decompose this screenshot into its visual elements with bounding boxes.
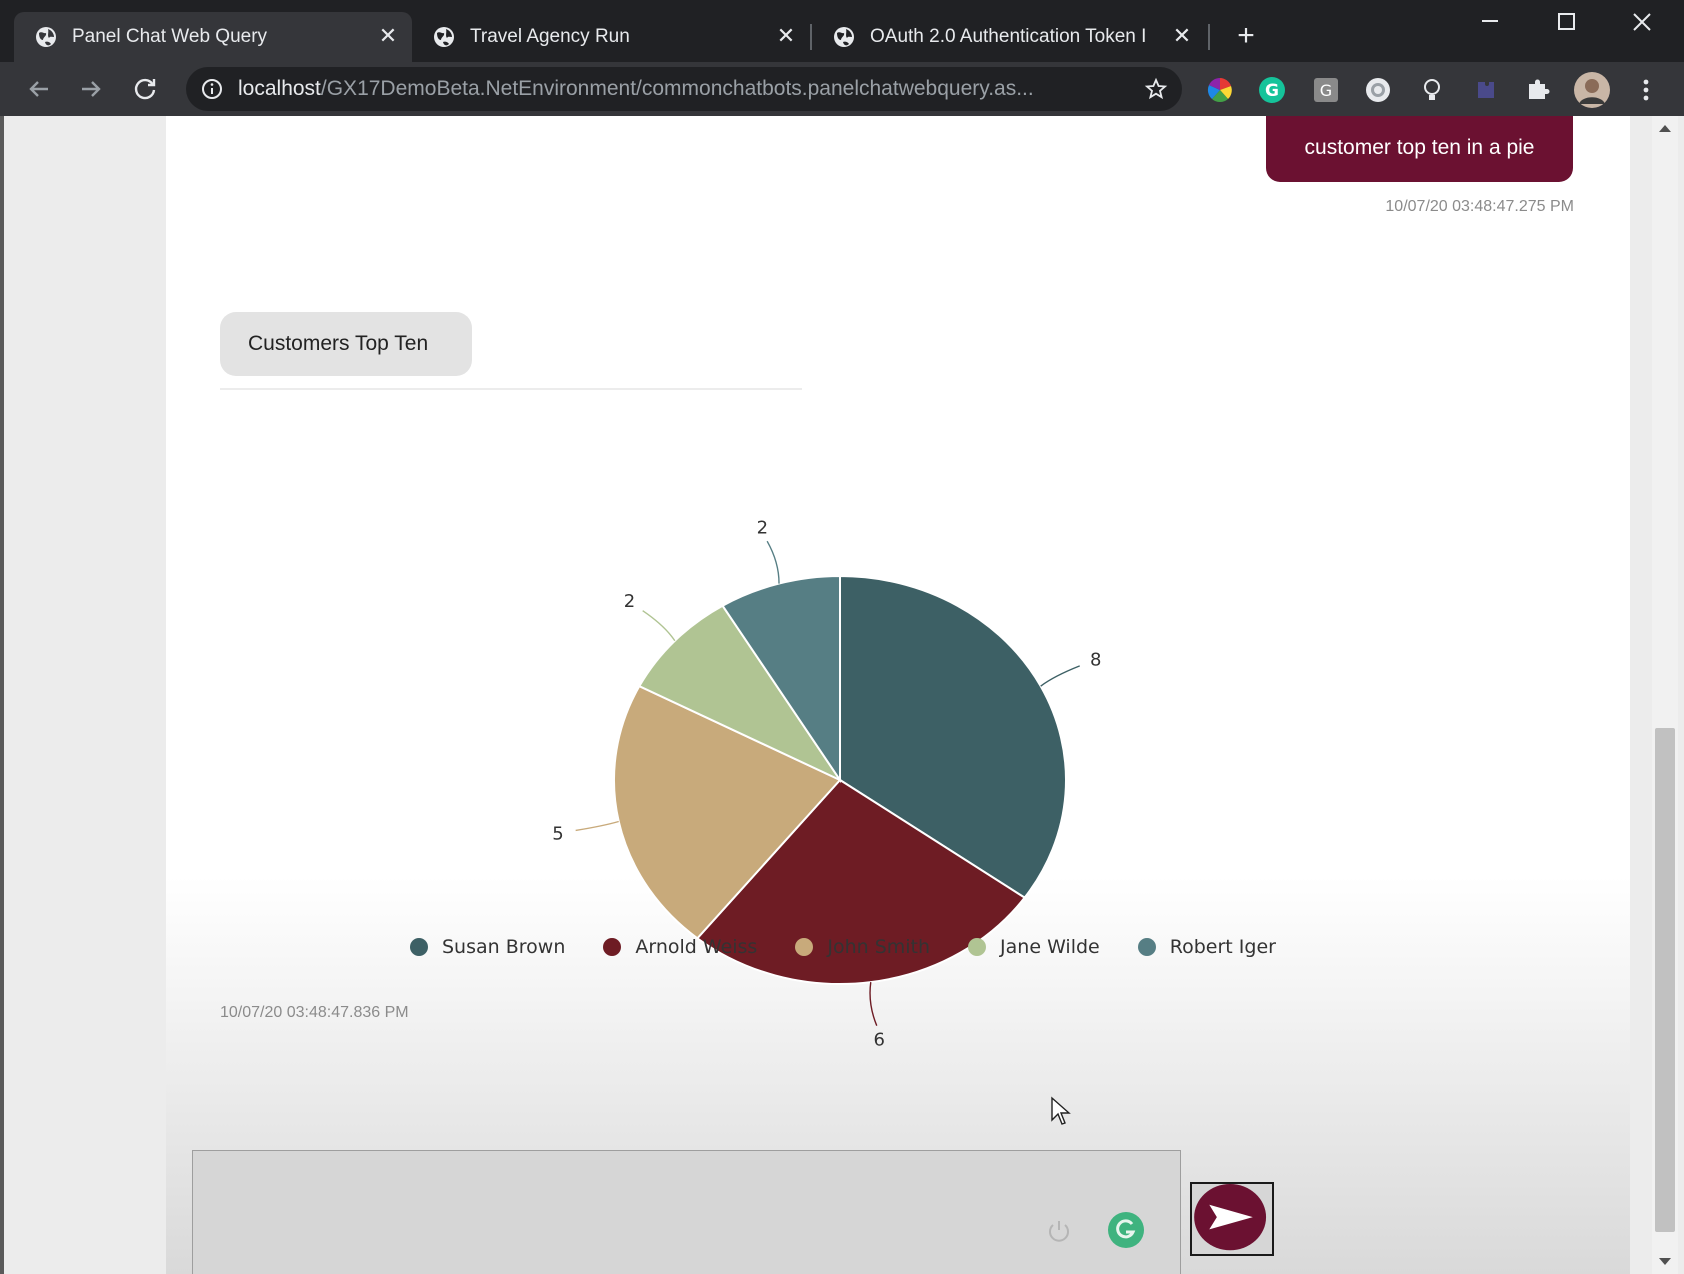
legend-item-arnold-weiss[interactable]: Arnold Weiss	[603, 936, 757, 958]
legend-item-susan-brown[interactable]: Susan Brown	[410, 936, 565, 958]
bot-message-timestamp: 10/07/20 03:48:47.836 PM	[220, 1004, 409, 1021]
circle-extension-icon[interactable]	[1364, 76, 1392, 104]
reload-icon	[134, 78, 156, 100]
browser-toolbar: localhost/GX17DemoBeta.NetEnvironment/co…	[0, 62, 1684, 116]
g-extension-icon[interactable]: G	[1312, 76, 1340, 104]
data-label-leader-line	[869, 982, 878, 1026]
legend-label: Robert Iger	[1169, 936, 1276, 958]
legend-marker	[795, 938, 814, 956]
data-label-leader-line	[575, 820, 619, 832]
data-label: 6	[873, 1030, 884, 1046]
data-label-leader-line	[766, 540, 780, 584]
tab-title: Travel Agency Run	[470, 26, 630, 47]
close-tab-icon[interactable]: ✕	[374, 22, 402, 50]
tab-title: OAuth 2.0 Authentication Token I	[870, 26, 1147, 47]
send-icon	[1194, 1184, 1267, 1251]
mouse-cursor-icon	[1051, 1096, 1071, 1125]
vertical-scrollbar[interactable]	[1652, 116, 1678, 1274]
color-wheel-icon[interactable]	[1206, 76, 1234, 104]
legend-label: Arnold Weiss	[635, 936, 758, 958]
data-label: 2	[757, 518, 768, 539]
data-label-leader-line	[1040, 665, 1080, 687]
legend-label: Susan Brown	[442, 936, 566, 958]
user-message-bubble: customer top ten in a pie	[1266, 116, 1573, 182]
legend-item-robert-iger[interactable]: Robert Iger	[1137, 936, 1276, 958]
globe-icon	[434, 27, 454, 47]
tab-panel-chat-web-query[interactable]: Panel Chat Web Query ✕	[14, 12, 412, 62]
arrow-left-icon	[29, 81, 48, 97]
legend-marker	[1137, 938, 1156, 956]
svg-text:G: G	[1320, 81, 1332, 100]
tab-travel-agency-run[interactable]: Travel Agency Run ✕	[412, 12, 808, 62]
puzzle-piece-dim-icon[interactable]	[1472, 76, 1500, 104]
profile-avatar[interactable]	[1574, 72, 1610, 108]
extensions-puzzle-icon[interactable]	[1524, 76, 1552, 104]
close-tab-icon[interactable]: ✕	[1168, 22, 1196, 50]
url-text[interactable]: localhost/GX17DemoBeta.NetEnvironment/co…	[238, 77, 1034, 101]
bot-message-divider	[220, 388, 802, 390]
tab-title: Panel Chat Web Query	[72, 26, 268, 47]
forward-button[interactable]	[74, 72, 108, 106]
legend-marker	[603, 938, 622, 956]
minimize-icon	[1482, 20, 1498, 22]
scroll-up-arrow-icon[interactable]	[1652, 116, 1678, 142]
legend-marker	[410, 938, 428, 956]
data-label: 5	[552, 823, 563, 844]
address-bar[interactable]: localhost/GX17DemoBeta.NetEnvironment/co…	[186, 67, 1182, 111]
user-message-timestamp: 10/07/20 03:48:47.275 PM	[1385, 198, 1574, 215]
tab-separator	[1208, 24, 1210, 50]
page-viewport: customer top ten in a pie 10/07/20 03:48…	[0, 116, 1684, 1274]
data-label-leader-line	[642, 610, 676, 642]
legend-label: John Smith	[827, 936, 931, 958]
bookmark-star-icon[interactable]	[1144, 77, 1168, 101]
globe-icon	[36, 27, 56, 47]
data-label: 8	[1090, 649, 1101, 670]
back-button[interactable]	[22, 72, 56, 106]
new-tab-button[interactable]: +	[1230, 20, 1262, 52]
legend-marker	[968, 938, 987, 956]
bot-message-bubble: Customers Top Ten	[220, 312, 472, 376]
legend-item-jane-wilde[interactable]: Jane Wilde	[968, 936, 1100, 958]
close-window-button[interactable]	[1620, 4, 1664, 40]
send-button[interactable]	[1190, 1182, 1274, 1256]
close-tab-icon[interactable]: ✕	[772, 22, 800, 50]
minimize-button[interactable]	[1468, 4, 1512, 40]
browser-tab-bar: Panel Chat Web Query ✕ Travel Agency Run…	[0, 0, 1684, 62]
svg-text:G: G	[1265, 81, 1279, 101]
maximize-icon	[1558, 13, 1575, 30]
grammarly-icon[interactable]	[1106, 1210, 1146, 1250]
scroll-down-arrow-icon[interactable]	[1652, 1248, 1678, 1274]
scrollbar-thumb[interactable]	[1655, 728, 1675, 1232]
globe-icon	[834, 27, 854, 47]
legend-label: Jane Wilde	[1000, 936, 1100, 958]
maximize-button[interactable]	[1544, 4, 1588, 40]
info-icon[interactable]	[200, 77, 224, 101]
url-path: /GX17DemoBeta.NetEnvironment/commonchatb…	[320, 77, 1034, 100]
reload-button[interactable]	[128, 72, 162, 106]
arrow-right-icon	[82, 81, 101, 97]
legend-item-john-smith[interactable]: John Smith	[795, 936, 930, 958]
message-input[interactable]	[192, 1150, 1181, 1274]
grammarly-icon[interactable]: G	[1258, 76, 1286, 104]
tab-oauth-token[interactable]: OAuth 2.0 Authentication Token I ✕	[812, 12, 1208, 62]
close-icon	[1633, 13, 1651, 31]
chart-legend: Susan Brown Arnold Weiss John Smith Jane…	[410, 932, 1276, 962]
power-icon[interactable]	[1044, 1216, 1074, 1246]
url-host: localhost	[238, 77, 321, 100]
more-menu-icon[interactable]	[1632, 76, 1660, 104]
bulb-icon[interactable]	[1418, 76, 1446, 104]
page-edge	[0, 116, 4, 1274]
data-label: 2	[624, 591, 635, 612]
